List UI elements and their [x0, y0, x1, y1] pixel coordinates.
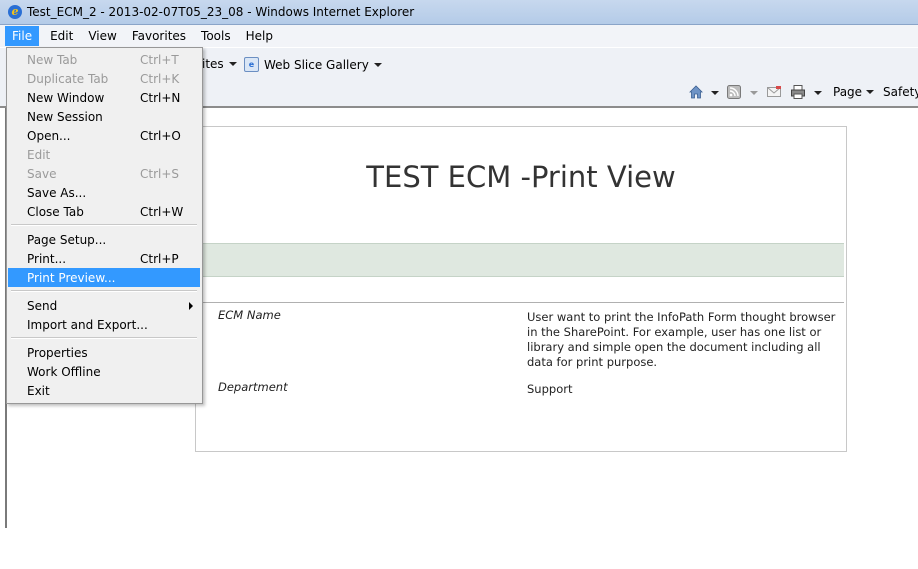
file-menu-item-close-tab[interactable]: Close Tab Ctrl+W — [8, 202, 200, 221]
menu-item-label: Save — [27, 166, 57, 181]
file-menu-item-save[interactable]: Save Ctrl+S — [8, 164, 200, 183]
ecm-name-value-line: in the SharePoint. For example, user has… — [527, 325, 822, 339]
menu-item-shortcut: Ctrl+W — [140, 204, 184, 219]
print-dropdown-icon[interactable] — [814, 91, 822, 95]
section-header-band — [196, 243, 844, 277]
document-title: TEST ECM -Print View — [366, 160, 676, 194]
web-slice-icon: e — [244, 57, 259, 72]
menu-view[interactable]: View — [81, 26, 123, 46]
window-title: Test_ECM_2 - 2013-02-07T05_23_08 - Windo… — [27, 5, 415, 19]
file-menu-item-new-tab[interactable]: New Tab Ctrl+T — [8, 50, 200, 69]
ecm-name-value: User want to print the InfoPath Form tho… — [527, 310, 835, 370]
file-menu-item-properties[interactable]: Properties — [8, 343, 200, 362]
chevron-down-icon — [373, 62, 382, 67]
file-menu-item-duplicate-tab[interactable]: Duplicate Tab Ctrl+K — [8, 69, 200, 88]
file-menu-item-print-preview[interactable]: Print Preview... — [8, 268, 200, 287]
internet-explorer-icon: e — [8, 5, 22, 19]
menu-bar: File Edit View Favorites Tools Help — [0, 25, 918, 47]
file-menu-item-print[interactable]: Print... Ctrl+P — [8, 249, 200, 268]
suggested-sites-link[interactable]: ites — [202, 57, 237, 71]
department-value: Support — [527, 382, 573, 396]
home-icon[interactable] — [688, 84, 704, 100]
file-menu-item-new-session[interactable]: New Session — [8, 107, 200, 126]
file-menu-item-new-window[interactable]: New Window Ctrl+N — [8, 88, 200, 107]
home-dropdown-icon[interactable] — [711, 91, 719, 95]
menu-item-label: New Window — [27, 90, 105, 105]
file-menu-item-open[interactable]: Open... Ctrl+O — [8, 126, 200, 145]
title-bar: e Test_ECM_2 - 2013-02-07T05_23_08 - Win… — [0, 0, 918, 25]
file-menu-item-exit[interactable]: Exit — [8, 381, 200, 400]
department-label: Department — [218, 380, 288, 394]
print-view-document: TEST ECM -Print View ECM Name User want … — [195, 126, 847, 452]
menu-edit[interactable]: Edit — [43, 26, 80, 46]
ecm-name-value-line: User want to print the InfoPath Form tho… — [527, 310, 836, 324]
menu-item-shortcut: Ctrl+K — [140, 71, 180, 86]
menu-item-shortcut: Ctrl+T — [140, 52, 179, 67]
chevron-down-icon — [228, 62, 237, 66]
menu-separator — [11, 224, 197, 226]
ecm-name-value-line: data for print purpose. — [527, 355, 658, 369]
chevron-down-icon — [866, 90, 875, 94]
menu-item-label: Exit — [27, 383, 50, 398]
menu-item-label: Work Offline — [27, 364, 101, 379]
menu-item-label: Import and Export... — [27, 317, 148, 332]
menu-item-label: Open... — [27, 128, 71, 143]
menu-file[interactable]: File — [5, 26, 40, 46]
menu-item-label: Send — [27, 298, 58, 313]
menu-item-label: Page Setup... — [27, 232, 107, 247]
divider — [196, 302, 844, 303]
page-menu-label: Page — [833, 85, 863, 99]
feeds-dropdown-icon[interactable] — [750, 91, 758, 95]
menu-favorites[interactable]: Favorites — [125, 26, 193, 46]
submenu-arrow-icon — [189, 301, 193, 310]
page-menu-button[interactable]: Page — [833, 85, 875, 99]
menu-item-shortcut: Ctrl+S — [140, 166, 180, 181]
menu-item-shortcut: Ctrl+O — [140, 128, 181, 143]
menu-item-label: Close Tab — [27, 204, 84, 219]
menu-item-label: Duplicate Tab — [27, 71, 109, 86]
menu-item-label: Properties — [27, 345, 88, 360]
file-menu-item-page-setup[interactable]: Page Setup... — [8, 230, 200, 249]
menu-item-label: New Session — [27, 109, 103, 124]
web-slice-gallery-link[interactable]: e Web Slice Gallery — [244, 57, 382, 72]
menu-item-label: Save As... — [27, 185, 87, 200]
print-icon[interactable] — [790, 84, 806, 100]
menu-help[interactable]: Help — [239, 26, 280, 46]
safety-menu-button[interactable]: Safety — [883, 85, 918, 99]
menu-item-label: Edit — [27, 147, 51, 162]
file-menu-dropdown: New Tab Ctrl+T Duplicate Tab Ctrl+K New … — [6, 47, 203, 404]
safety-menu-label: Safety — [883, 85, 918, 99]
file-menu-item-edit[interactable]: Edit — [8, 145, 200, 164]
menu-item-label: Print Preview... — [27, 270, 116, 285]
menu-separator — [11, 337, 197, 339]
file-menu-item-send[interactable]: Send — [8, 296, 200, 315]
file-menu-item-save-as[interactable]: Save As... — [8, 183, 200, 202]
menu-item-label: Print... — [27, 251, 67, 266]
menu-tools[interactable]: Tools — [194, 26, 238, 46]
ecm-name-label: ECM Name — [218, 308, 281, 322]
file-menu-item-import-export[interactable]: Import and Export... — [8, 315, 200, 334]
menu-separator — [11, 290, 197, 292]
suggested-sites-label: ites — [202, 57, 224, 71]
menu-item-label: New Tab — [27, 52, 78, 67]
menu-item-shortcut: Ctrl+P — [140, 251, 179, 266]
menu-item-shortcut: Ctrl+N — [140, 90, 181, 105]
feeds-icon[interactable] — [726, 84, 742, 100]
ecm-name-value-line: library and simple open the document inc… — [527, 340, 821, 354]
file-menu-item-work-offline[interactable]: Work Offline — [8, 362, 200, 381]
read-mail-icon[interactable] — [766, 84, 782, 100]
web-slice-gallery-label: Web Slice Gallery — [264, 57, 369, 72]
